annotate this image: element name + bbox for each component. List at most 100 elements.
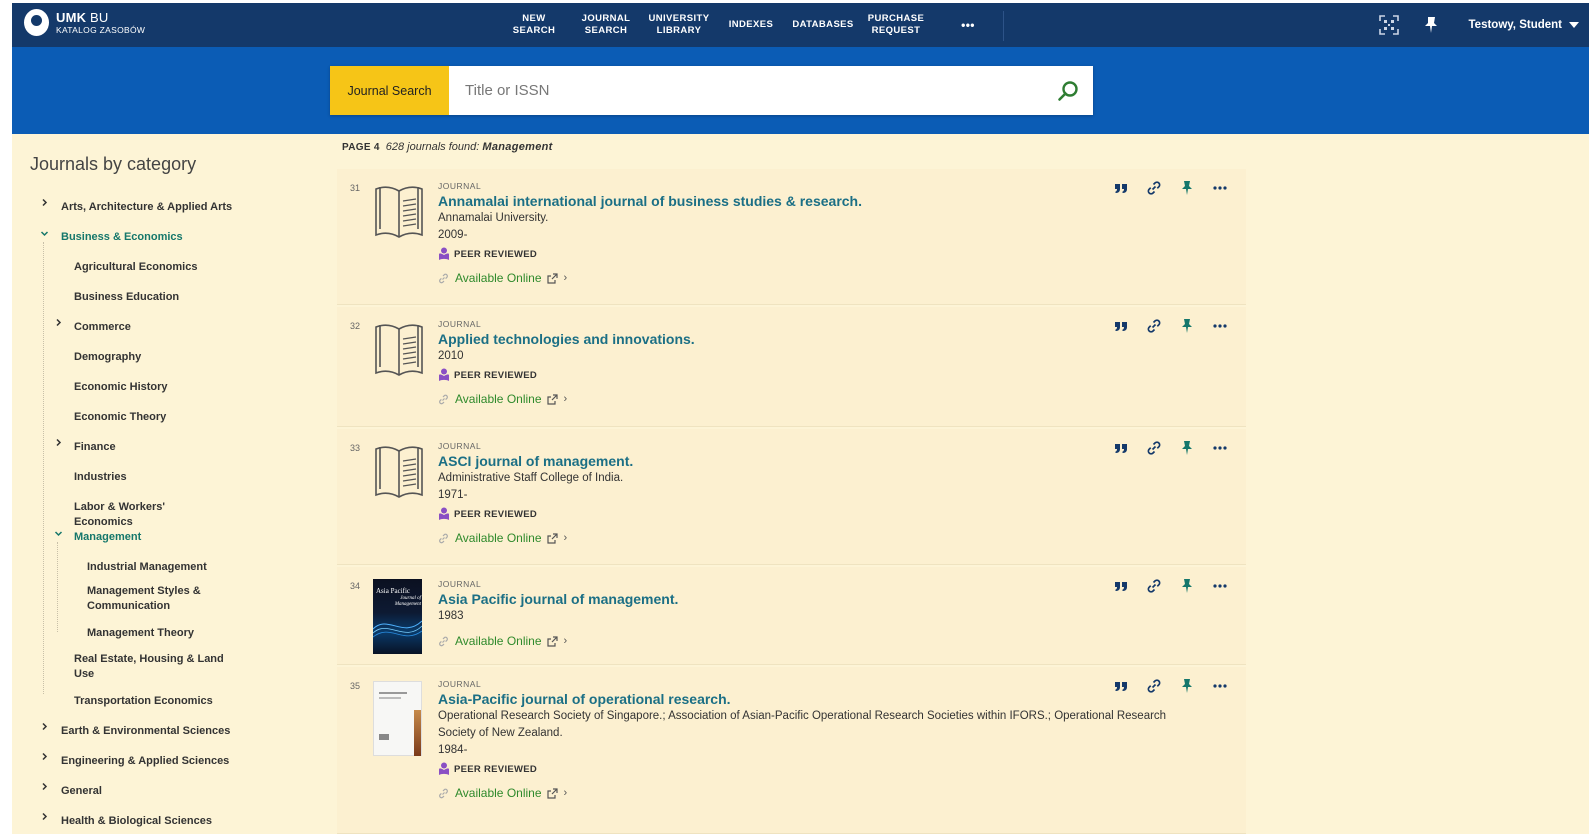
pin-icon[interactable]: [1170, 575, 1203, 597]
sidebar-item-agricultural-economics[interactable]: Agricultural Economics: [74, 260, 224, 275]
sidebar-item-labor-workers-economics[interactable]: Labor & Workers' Economics: [74, 500, 224, 530]
chevron-down-icon[interactable]: [53, 529, 63, 541]
more-actions-icon[interactable]: [1203, 437, 1236, 459]
external-link-icon: [546, 635, 558, 647]
sidebar-item-economic-history[interactable]: Economic History: [74, 380, 224, 395]
result-title-link[interactable]: Applied technologies and innovations.: [438, 330, 695, 348]
citation-quote-icon[interactable]: [1104, 675, 1137, 697]
sidebar-item-label: Arts, Architecture & Applied Arts: [61, 201, 233, 213]
result-title-link[interactable]: Asia Pacific journal of management.: [438, 590, 678, 608]
chevron-right-icon[interactable]: [39, 722, 49, 734]
user-area: Testowy, Student: [1373, 3, 1589, 47]
nav-journal-search[interactable]: JOURNAL SEARCH: [566, 3, 646, 47]
user-menu[interactable]: Testowy, Student: [1469, 19, 1579, 31]
pin-icon[interactable]: [1170, 177, 1203, 199]
pin-icon[interactable]: [1170, 437, 1203, 459]
nav-university-library[interactable]: UNIVERSITY LIBRARY: [646, 3, 712, 47]
result-details: JOURNAL Asia Pacific journal of managemen…: [438, 579, 678, 650]
chevron-right-icon[interactable]: [53, 318, 63, 330]
pin-icon[interactable]: [1415, 9, 1447, 41]
chevron-right-icon[interactable]: [39, 752, 49, 764]
sidebar-title: Journals by category: [30, 154, 197, 174]
brand-logo[interactable]: UMK BU KATALOG ZASOBÓW: [24, 9, 145, 36]
barcode-scan-icon[interactable]: [1373, 9, 1405, 41]
available-online-link[interactable]: Available Online ›: [438, 269, 862, 287]
resource-type: JOURNAL: [438, 679, 482, 689]
more-actions-icon[interactable]: [1203, 575, 1236, 597]
sidebar-item-general[interactable]: General: [61, 784, 261, 799]
chevron-right-icon[interactable]: [53, 438, 63, 450]
journal-cover-image[interactable]: Asia Pacific Journal of Management: [373, 579, 422, 654]
sidebar-item-industries[interactable]: Industries: [74, 470, 224, 485]
sidebar-item-demography[interactable]: Demography: [74, 350, 224, 365]
book-icon[interactable]: [373, 441, 425, 506]
sidebar-item-management-styles-communication[interactable]: Management Styles & Communication: [87, 584, 237, 614]
pin-icon[interactable]: [1170, 675, 1203, 697]
sidebar-item-health-biological-sciences[interactable]: Health & Biological Sciences: [61, 814, 261, 829]
available-online-link[interactable]: Available Online ›: [438, 529, 633, 547]
sidebar-item-business-education[interactable]: Business Education: [74, 290, 224, 305]
sidebar-item-industrial-management[interactable]: Industrial Management: [87, 560, 237, 575]
result-title-link[interactable]: ASCI journal of management.: [438, 452, 633, 470]
chevron-right-icon[interactable]: ›: [564, 532, 568, 544]
nav-more-button[interactable]: •••: [936, 3, 1000, 47]
sidebar-item-real-estate-housing-land-use[interactable]: Real Estate, Housing & Land Use: [74, 652, 224, 682]
chevron-right-icon[interactable]: [39, 812, 49, 824]
more-actions-icon[interactable]: [1203, 315, 1236, 337]
results-summary: PAGE 4 628 journals found: Management: [342, 141, 559, 153]
search-button[interactable]: [1043, 66, 1093, 115]
available-online-link[interactable]: Available Online ›: [438, 390, 695, 408]
result-title-link[interactable]: Asia-Pacific journal of operational rese…: [438, 690, 1168, 708]
permalink-icon[interactable]: [1137, 315, 1170, 337]
chevron-right-icon[interactable]: ›: [564, 272, 568, 284]
result-number: 35: [350, 681, 361, 691]
permalink-icon[interactable]: [1137, 675, 1170, 697]
available-online-link[interactable]: Available Online ›: [438, 784, 1168, 802]
result-title-link[interactable]: Annamalai international journal of busin…: [438, 192, 862, 210]
result-date: 1983: [438, 610, 464, 622]
more-actions-icon[interactable]: [1203, 675, 1236, 697]
sidebar-item-management[interactable]: Management: [74, 530, 224, 545]
sidebar-item-transportation-economics[interactable]: Transportation Economics: [74, 694, 224, 709]
citation-quote-icon[interactable]: [1104, 177, 1137, 199]
sidebar-item-earth-environmental-sciences[interactable]: Earth & Environmental Sciences: [61, 724, 261, 739]
result-details: JOURNAL Asia-Pacific journal of operation…: [438, 679, 1168, 802]
pin-icon[interactable]: [1170, 315, 1203, 337]
sidebar-item-commerce[interactable]: Commerce: [74, 320, 224, 335]
permalink-icon[interactable]: [1137, 177, 1170, 199]
journal-cover-image[interactable]: [373, 681, 422, 756]
sidebar-item-management-theory[interactable]: Management Theory: [87, 626, 237, 641]
citation-quote-icon[interactable]: [1104, 575, 1137, 597]
chevron-right-icon[interactable]: [39, 198, 49, 210]
citation-quote-icon[interactable]: [1104, 315, 1137, 337]
chevron-right-icon[interactable]: [39, 782, 49, 794]
book-icon[interactable]: [373, 181, 425, 246]
result-number: 33: [350, 443, 361, 453]
nav-indexes[interactable]: INDEXES: [712, 3, 790, 47]
peer-reviewed-badge: PEER REVIEWED: [438, 506, 633, 522]
nav-new-search[interactable]: NEW SEARCH: [502, 3, 566, 47]
available-online-link[interactable]: Available Online ›: [438, 632, 678, 650]
sidebar-item-label: Engineering & Applied Sciences: [61, 755, 230, 767]
sidebar-item-business-economics[interactable]: Business & Economics: [61, 230, 261, 245]
nav-databases[interactable]: DATABASES: [790, 3, 856, 47]
book-icon[interactable]: [373, 319, 425, 384]
sidebar-item-label: Industrial Management: [87, 561, 207, 573]
chevron-right-icon[interactable]: ›: [564, 393, 568, 405]
app-root: UMK BU KATALOG ZASOBÓW NEW SEARCH JOURNAL…: [12, 3, 1589, 834]
sidebar-item-arts-architecture-applied-arts[interactable]: Arts, Architecture & Applied Arts: [61, 200, 261, 215]
search-input[interactable]: [449, 66, 1043, 115]
chevron-right-icon[interactable]: ›: [564, 635, 568, 647]
sidebar-item-finance[interactable]: Finance: [74, 440, 224, 455]
chevron-right-icon[interactable]: ›: [564, 787, 568, 799]
more-actions-icon[interactable]: [1203, 177, 1236, 199]
permalink-icon[interactable]: [1137, 437, 1170, 459]
sidebar-item-economic-theory[interactable]: Economic Theory: [74, 410, 224, 425]
permalink-icon[interactable]: [1137, 575, 1170, 597]
peer-reviewed-icon: [439, 507, 449, 520]
citation-quote-icon[interactable]: [1104, 437, 1137, 459]
search-scope-button[interactable]: Journal Search: [330, 66, 449, 115]
chevron-down-icon[interactable]: [39, 229, 49, 241]
sidebar-item-engineering-applied-sciences[interactable]: Engineering & Applied Sciences: [61, 754, 261, 769]
nav-purchase-request[interactable]: PURCHASE REQUEST: [856, 3, 936, 47]
